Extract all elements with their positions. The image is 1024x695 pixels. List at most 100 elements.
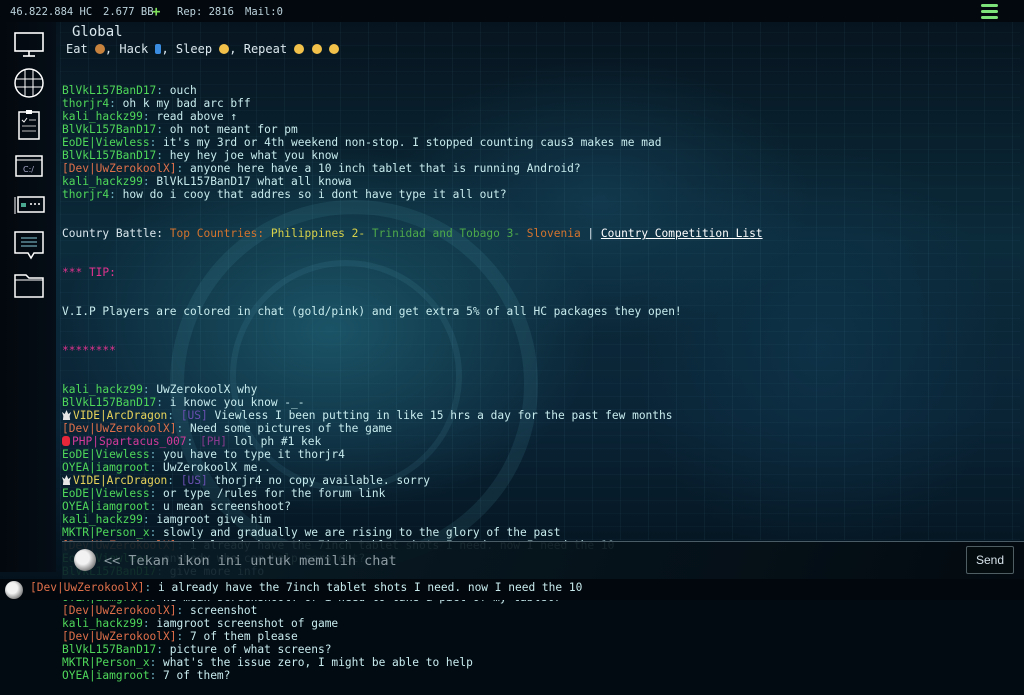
chat-username[interactable]: [Dev|UwZerokoolX] — [62, 162, 177, 175]
chat-message-text: oh k my bad arc bff — [115, 97, 251, 110]
chat-username[interactable]: thorjr4 — [62, 97, 109, 110]
chat-username[interactable]: kali_hackz99 — [62, 617, 143, 630]
colon: : — [109, 188, 116, 201]
country-tag: [US] — [180, 474, 208, 487]
svg-text:C:/: C:/ — [23, 165, 34, 174]
chat-message: [Dev|UwZerokoolX]: screenshot — [62, 604, 1012, 617]
folder-icon[interactable] — [12, 268, 46, 302]
crown-badge-icon — [62, 475, 71, 485]
hamburger-menu-icon[interactable] — [981, 4, 998, 22]
chat-username[interactable]: [Dev|UwZerokoolX] — [62, 604, 177, 617]
chat-username[interactable]: BlVkL157BanD17 — [62, 643, 156, 656]
colon: : — [156, 643, 164, 656]
chat-username[interactable]: BlVkL157BanD17 — [62, 84, 156, 97]
chat-username[interactable]: BlVkL157BanD17 — [62, 123, 156, 136]
chat-username[interactable]: BlVkL157BanD17 — [62, 149, 156, 162]
last-message-ticker[interactable]: [Dev|UwZerokoolX]: i already have the 7i… — [0, 579, 1024, 600]
send-button[interactable]: Send — [966, 546, 1014, 574]
chat-message: VIDE|ArcDragon: [US] Viewless I been put… — [62, 409, 1012, 422]
colon: : — [186, 435, 194, 448]
chat-message-text: 7 of them please — [183, 630, 298, 643]
colon: : — [149, 669, 157, 682]
colon: : — [176, 630, 184, 643]
chat-message: kali_hackz99: BlVkL157BanD17 what all kn… — [62, 175, 1012, 188]
chat-username[interactable]: BlVkL157BanD17 — [62, 396, 156, 409]
country-battle-label: Country Battle: — [62, 227, 170, 240]
tip-message: V.I.P Players are colored in chat (gold/… — [62, 305, 682, 318]
clipboard-icon[interactable] — [12, 108, 46, 142]
laughing-emoji-icon — [311, 44, 322, 54]
chat-message: EoDE|Viewless: you have to type it thorj… — [62, 448, 1012, 461]
chat-username[interactable]: EoDE|Viewless — [62, 136, 150, 149]
chat-message: [Dev|UwZerokoolX]: 7 of them please — [62, 630, 1012, 643]
chat-message-text: hey hey joe what you know — [163, 149, 339, 162]
chat-username[interactable]: PHP|Spartacus_007 — [72, 435, 187, 448]
chat-message-text: how do i cooy that addres so i dont have… — [115, 188, 507, 201]
country-third: Slovenia — [526, 227, 581, 240]
chat-username[interactable]: EoDE|Viewless — [62, 448, 150, 461]
chat-message-text: i knowc you know -_- — [163, 396, 305, 409]
colon: : — [176, 604, 184, 617]
chat-username[interactable]: [Dev|UwZerokoolX] — [62, 630, 177, 643]
chat-username[interactable]: kali_hackz99 — [62, 513, 143, 526]
chat-username[interactable]: OYEA|iamgroot — [62, 669, 150, 682]
chat-username[interactable]: [Dev|UwZerokoolX] — [62, 422, 177, 435]
channel-select-globe-icon[interactable] — [74, 549, 96, 571]
chat-message: OYEA|iamgroot: u mean screenshoot? — [62, 500, 1012, 513]
monitor-icon[interactable] — [12, 28, 46, 62]
chat-message-text: thorjr4 no copy available. sorry — [207, 474, 431, 487]
chat-icon[interactable] — [12, 228, 46, 262]
chat-message-text: UwZerokoolX why — [149, 383, 258, 396]
chat-message-text: you have to type it thorjr4 — [156, 448, 345, 461]
chat-message-text: Need some pictures of the game — [183, 422, 393, 435]
chat-input[interactable] — [102, 547, 966, 575]
chat-username[interactable]: OYEA|iamgroot — [62, 500, 150, 513]
chat-message: EoDE|Viewless: it's my 3rd or 4th weeken… — [62, 136, 1012, 149]
colon: : — [167, 474, 175, 487]
tip-header: *** TIP: — [62, 266, 116, 279]
chat-username[interactable]: MKTR|Person_x — [62, 656, 150, 669]
potion-badge-icon — [62, 436, 70, 446]
chat-message-text: or type /rules for the forum link — [156, 487, 386, 500]
chat-message-text: screenshot — [183, 604, 258, 617]
chat-message: MKTR|Person_x: what's the issue zero, I … — [62, 656, 1012, 669]
chat-message: kali_hackz99: UwZerokoolX why — [62, 383, 1012, 396]
separator: | — [580, 227, 601, 240]
laughing-emoji-icon — [328, 44, 339, 54]
chat-username[interactable]: kali_hackz99 — [62, 175, 143, 188]
chat-input-bar: Send — [62, 541, 1024, 581]
country-competition-link[interactable]: Country Competition List — [601, 227, 763, 240]
chat-username[interactable]: VIDE|ArcDragon — [73, 409, 167, 422]
chat-username[interactable]: kali_hackz99 — [62, 383, 143, 396]
chat-message: PHP|Spartacus_007: [PH] lol ph #1 kek — [62, 435, 1012, 448]
chat-message-text: slowly and gradually we are rising to th… — [156, 526, 561, 539]
chat-message-text: it's my 3rd or 4th weekend non-stop. I s… — [156, 136, 662, 149]
globe-icon — [5, 581, 23, 599]
chat-message-text: ouch — [163, 84, 197, 97]
chat-username[interactable]: kali_hackz99 — [62, 110, 143, 123]
chat-username[interactable]: VIDE|ArcDragon — [73, 474, 167, 487]
chat-message: OYEA|iamgroot: UwZerokoolX me.. — [62, 461, 1012, 474]
network-card-icon[interactable] — [12, 188, 46, 222]
chat-username[interactable]: MKTR|Person_x — [62, 526, 150, 539]
colon: : — [109, 97, 116, 110]
chat-message-text: 7 of them? — [156, 669, 231, 682]
chat-username[interactable]: EoDE|Viewless — [62, 487, 150, 500]
chat-message: MKTR|Person_x: slowly and gradually we a… — [62, 526, 1012, 539]
terminal-window-icon[interactable]: C:/ — [12, 149, 46, 183]
country-second: Trinidad and Tobago 3- — [371, 227, 527, 240]
chat-username[interactable]: thorjr4 — [62, 188, 109, 201]
chat-message-text: u mean screenshoot? — [156, 500, 292, 513]
crown-badge-icon — [62, 410, 71, 420]
mail-count[interactable]: Mail:0 — [245, 0, 283, 24]
motd-text: , Sleep — [161, 42, 220, 56]
chat-message: [Dev|UwZerokoolX]: Need some pictures of… — [62, 422, 1012, 435]
colon: : — [167, 409, 175, 422]
chat-message: BlVkL157BanD17: hey hey joe what you kno… — [62, 149, 1012, 162]
chat-message-text: read above ↑ — [149, 110, 238, 123]
chat-username[interactable]: OYEA|iamgroot — [62, 461, 150, 474]
motd-text: Eat — [66, 42, 95, 56]
plus-icon[interactable]: + — [152, 0, 160, 24]
globe-icon[interactable] — [12, 66, 46, 100]
burger-emoji-icon — [94, 44, 105, 54]
